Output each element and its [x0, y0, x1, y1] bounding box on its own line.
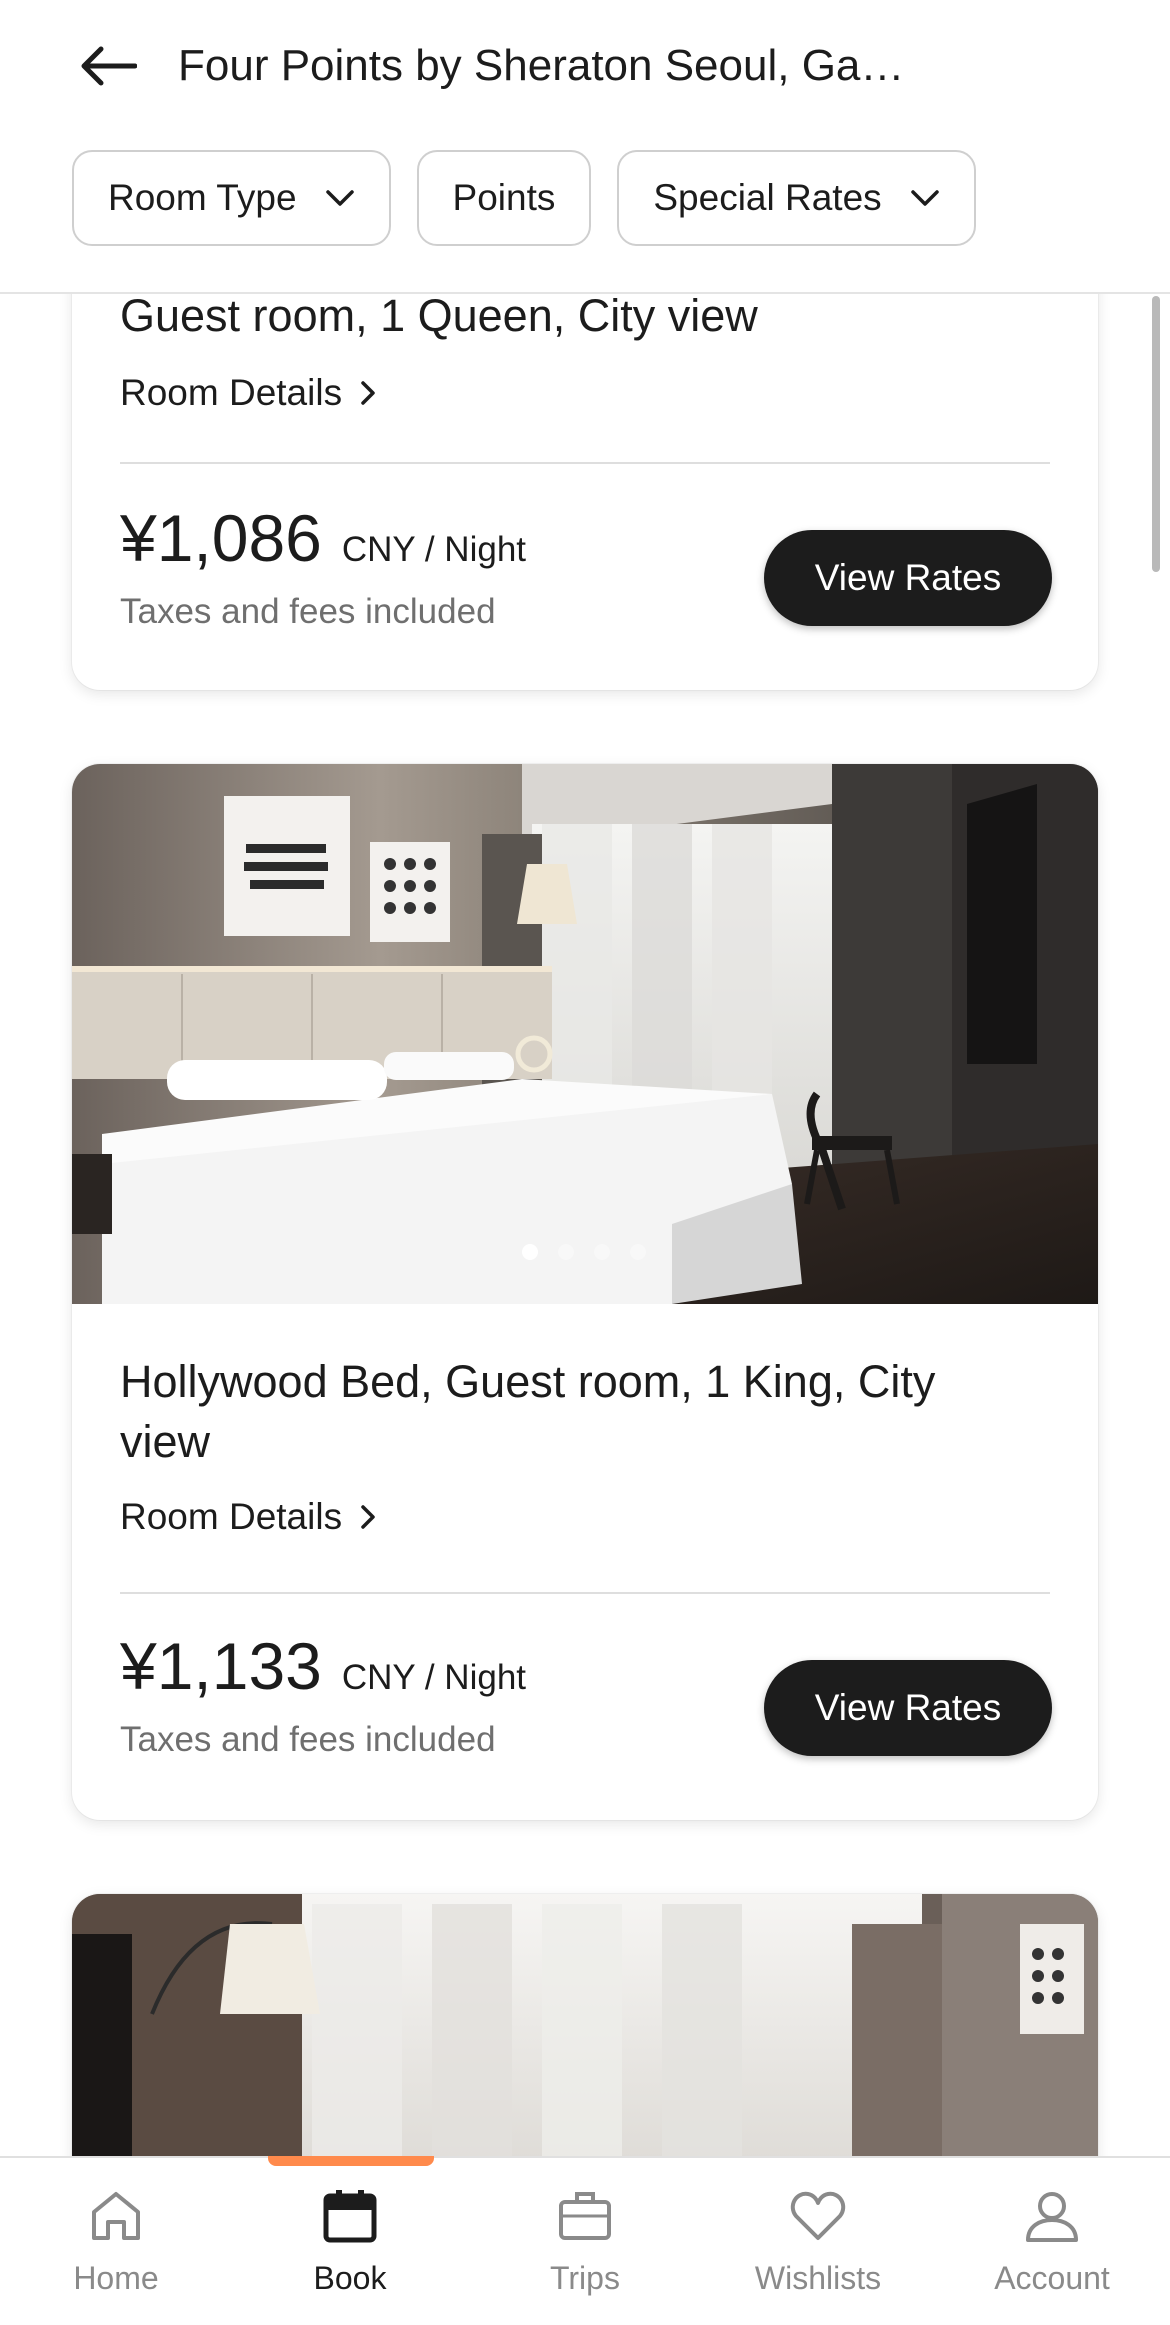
room-price: ¥1,133 CNY / Night [120, 1630, 526, 1702]
room-name: Guest room, 1 Queen, City view [120, 290, 758, 341]
chevron-right-icon [361, 1505, 375, 1529]
room-card: Hollywood Bed, Guest room, 1 King, City … [72, 764, 1098, 1820]
filter-label: Room Type [108, 177, 297, 218]
room-photo[interactable] [72, 1894, 1098, 2194]
divider [120, 1592, 1050, 1594]
heart-icon [790, 2191, 846, 2240]
nav-label: Book [313, 2260, 387, 2296]
room-photo-image [72, 1894, 1098, 2194]
room-details-label: Room Details [120, 1496, 343, 1537]
price-unit: CNY / Night [341, 530, 527, 569]
room-photo-image [72, 764, 1098, 1304]
room-price: ¥1,086 CNY / Night [120, 502, 526, 574]
room-card: Guest room, 1 Queen, City view Room Deta… [72, 240, 1098, 690]
price-unit: CNY / Night [341, 1658, 527, 1697]
nav-home[interactable]: Home [16, 2186, 216, 2297]
filter-bar: Room Type Points Special Rates [72, 150, 976, 246]
filter-label: Points [452, 177, 556, 218]
back-button[interactable] [70, 34, 146, 98]
top-header: Four Points by Sheraton Seoul, Ga… Room … [0, 0, 1170, 294]
active-tab-indicator [268, 2156, 434, 2166]
scrollbar[interactable] [1152, 296, 1160, 572]
bottom-nav: Home Book Trips Wishlists Account [0, 2156, 1170, 2325]
filter-label: Special Rates [653, 177, 882, 218]
nav-label: Trips [550, 2260, 620, 2296]
room-card [72, 1894, 1098, 2194]
room-photo[interactable] [72, 764, 1098, 1304]
room-details-link[interactable]: Room Details [120, 372, 376, 414]
chevron-down-icon [910, 190, 939, 206]
chevron-right-icon [361, 381, 375, 405]
price-amount: ¥1,133 [120, 1629, 322, 1703]
taxes-note: Taxes and fees included [120, 1720, 496, 1759]
taxes-note: Taxes and fees included [120, 592, 496, 631]
view-rates-button[interactable]: View Rates [764, 1660, 1052, 1756]
nav-trips[interactable]: Trips [485, 2186, 685, 2297]
divider [120, 462, 1050, 464]
pagination-dot-active[interactable] [522, 1244, 538, 1260]
photo-pagination [522, 1244, 646, 1260]
pagination-dot[interactable] [558, 1244, 574, 1260]
home-icon [92, 2192, 140, 2240]
room-details-link[interactable]: Room Details [120, 1496, 376, 1538]
filter-points[interactable]: Points [416, 150, 592, 246]
room-name: Hollywood Bed, Guest room, 1 King, City … [120, 1356, 936, 1467]
nav-label: Wishlists [754, 2260, 882, 2296]
person-icon [1026, 2192, 1078, 2242]
suitcase-icon [559, 2192, 611, 2240]
pagination-dot[interactable] [630, 1244, 646, 1260]
page-title: Four Points by Sheraton Seoul, Ga… [178, 41, 905, 90]
arrow-left-icon [81, 46, 137, 86]
nav-wishlists[interactable]: Wishlists [718, 2186, 918, 2297]
price-amount: ¥1,086 [120, 501, 322, 575]
nav-label: Home [73, 2260, 159, 2296]
nav-account[interactable]: Account [952, 2186, 1152, 2297]
calendar-icon [323, 2190, 377, 2243]
chevron-down-icon [325, 190, 354, 206]
nav-label: Account [994, 2260, 1110, 2296]
room-details-label: Room Details [120, 372, 343, 413]
view-rates-button[interactable]: View Rates [764, 530, 1052, 626]
filter-room-type[interactable]: Room Type [72, 150, 391, 246]
filter-special-rates[interactable]: Special Rates [617, 150, 976, 246]
pagination-dot[interactable] [594, 1244, 610, 1260]
nav-book[interactable]: Book [250, 2186, 450, 2297]
